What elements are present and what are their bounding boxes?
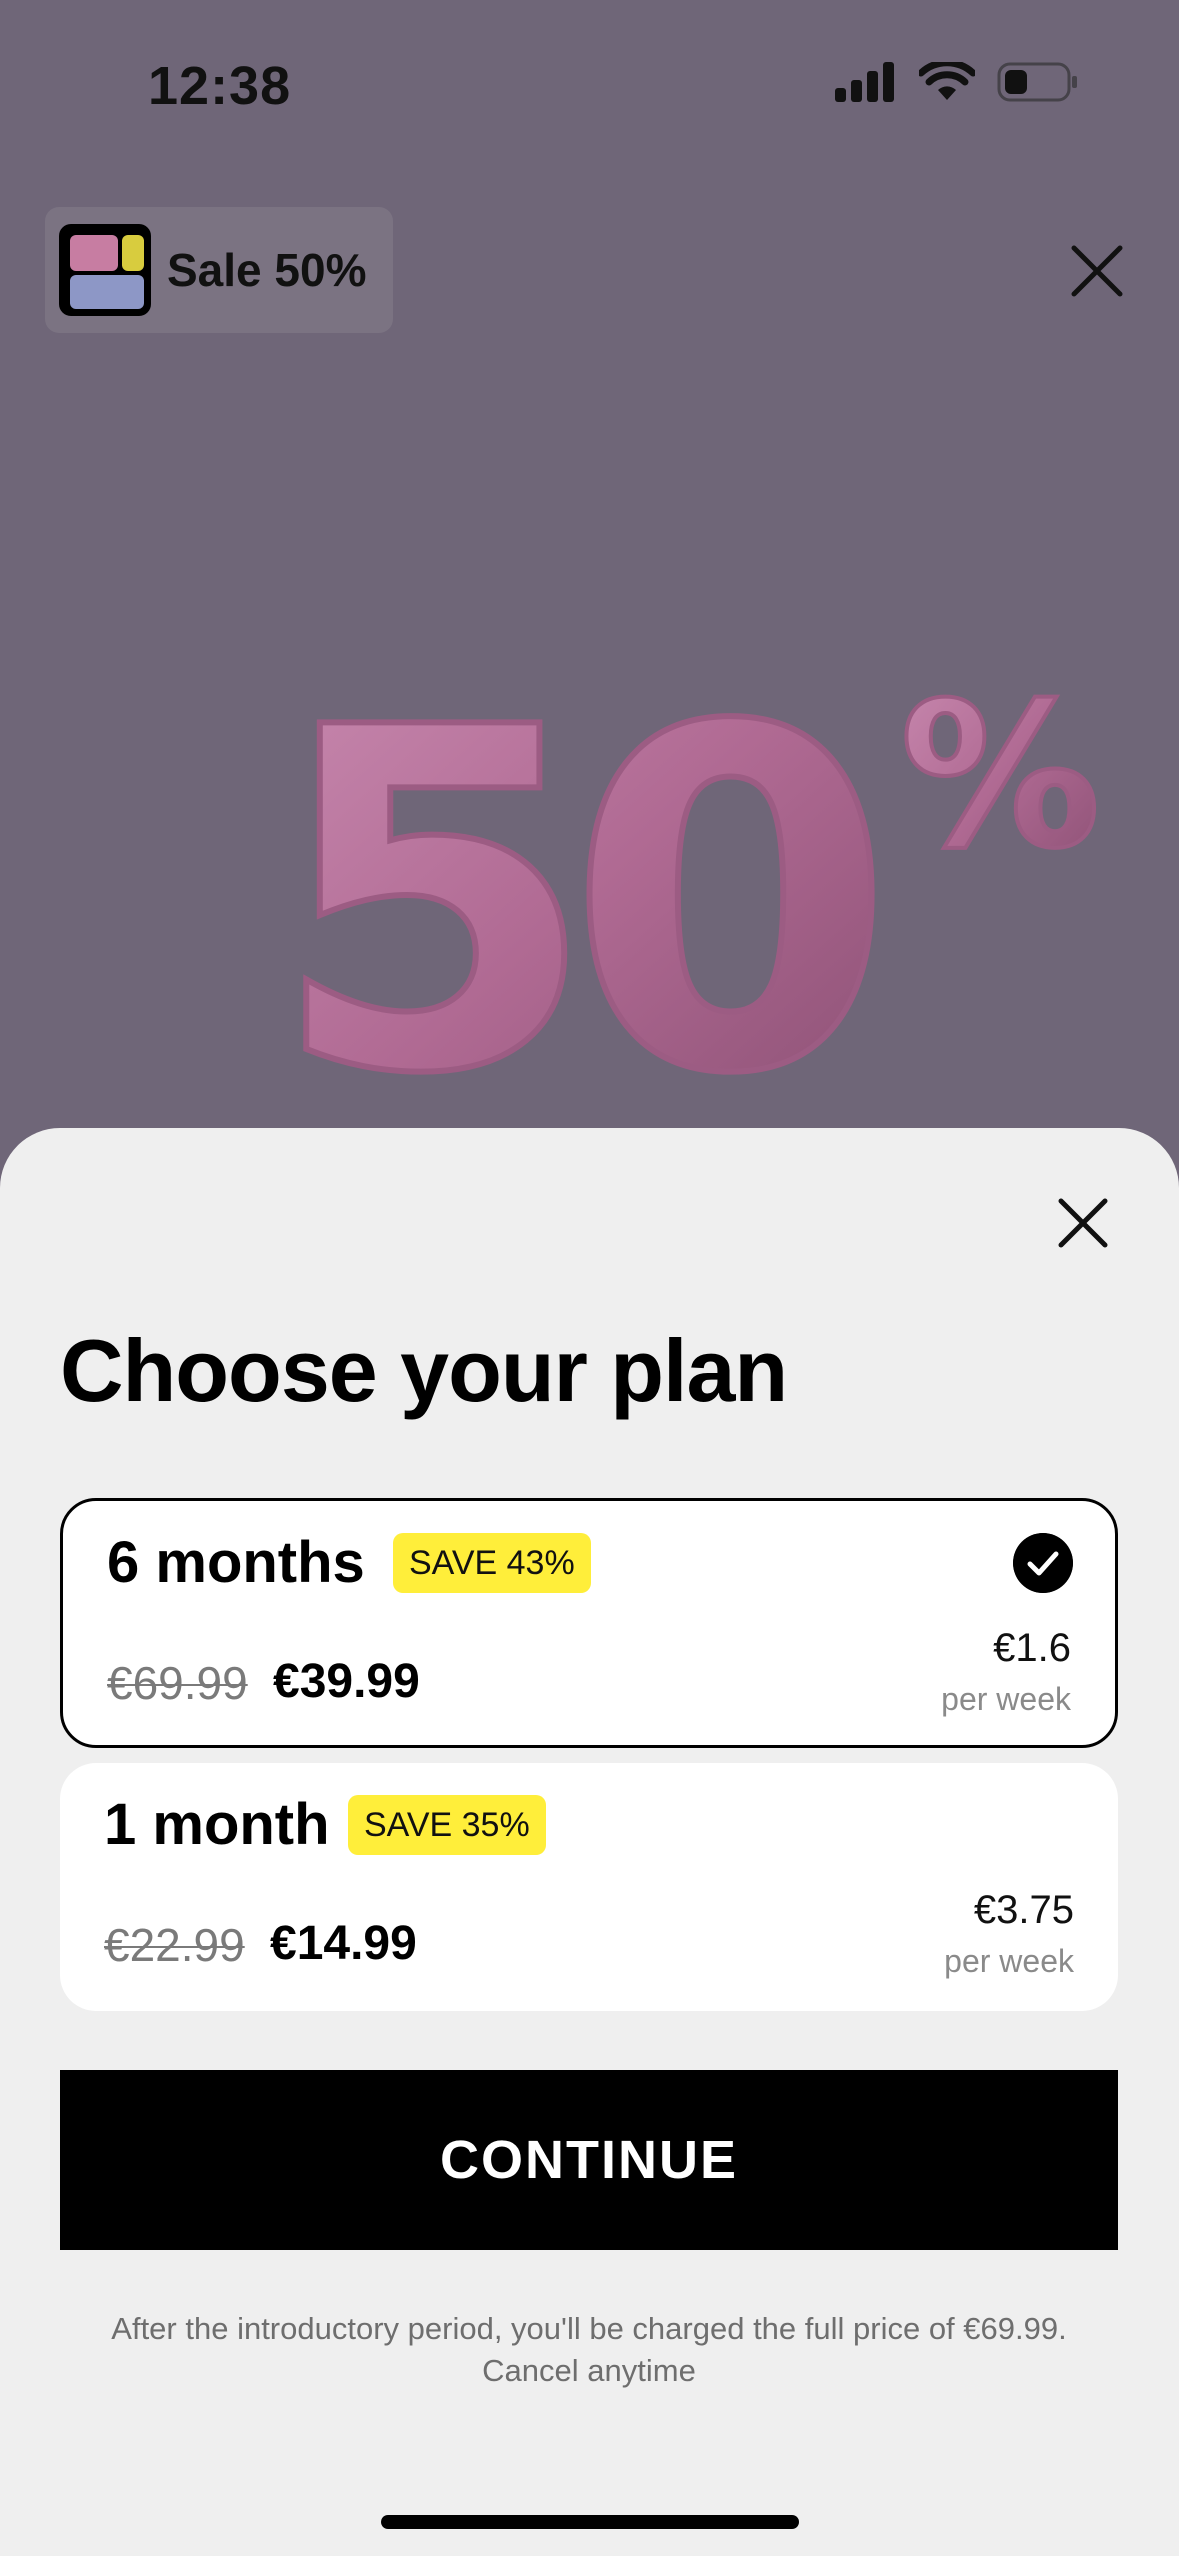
plan-name: 6 months (107, 1530, 365, 1595)
logo-block-pink (70, 235, 118, 271)
new-price: €14.99 (270, 1917, 417, 1970)
plan-option-6-months[interactable]: 6 months SAVE 43% €69.99 €39.99 €1.6 per… (60, 1498, 1118, 1748)
status-bar: 12:38 (0, 0, 1179, 175)
close-icon[interactable] (1057, 1197, 1109, 1249)
home-indicator[interactable] (381, 2515, 799, 2529)
week-price: €3.75 (973, 1888, 1074, 1932)
hero-number: 50 (270, 670, 875, 1100)
sale-badge-text: Sale 50% (167, 244, 367, 296)
app-logo-icon (59, 224, 151, 316)
disclaimer-text: After the introductory period, you'll be… (60, 2308, 1118, 2392)
new-price: €39.99 (273, 1655, 420, 1708)
battery-icon (997, 62, 1077, 102)
logo-block-yellow (122, 235, 144, 271)
cellular-signal-icon (835, 62, 894, 102)
continue-button[interactable]: CONTINUE (60, 2070, 1118, 2250)
checkmark-icon (1013, 1533, 1073, 1593)
save-badge: SAVE 43% (393, 1533, 591, 1593)
plan-name: 1 month (104, 1792, 330, 1857)
page-title: Choose your plan (60, 1321, 788, 1420)
hero-50-percent-graphic: 50 % (270, 670, 1102, 1100)
wifi-icon (919, 62, 975, 100)
disclaimer-line-2: Cancel anytime (482, 2353, 696, 2388)
plan-option-1-month[interactable]: 1 month SAVE 35% €22.99 €14.99 €3.75 per… (60, 1763, 1118, 2011)
per-week-label: per week (941, 1681, 1071, 1717)
per-week-label: per week (944, 1943, 1074, 1979)
disclaimer-line-1: After the introductory period, you'll be… (111, 2311, 1067, 2346)
status-icons (835, 62, 1079, 102)
hero-percent: % (900, 670, 1100, 893)
week-price: €1.6 (993, 1626, 1071, 1670)
old-price: €22.99 (104, 1919, 245, 1971)
sale-badge: Sale 50% (45, 207, 393, 333)
old-price: €69.99 (107, 1657, 248, 1709)
logo-block-blue (70, 275, 144, 309)
close-icon[interactable] (1068, 242, 1126, 300)
save-badge: SAVE 35% (348, 1795, 546, 1855)
status-time: 12:38 (148, 56, 292, 116)
